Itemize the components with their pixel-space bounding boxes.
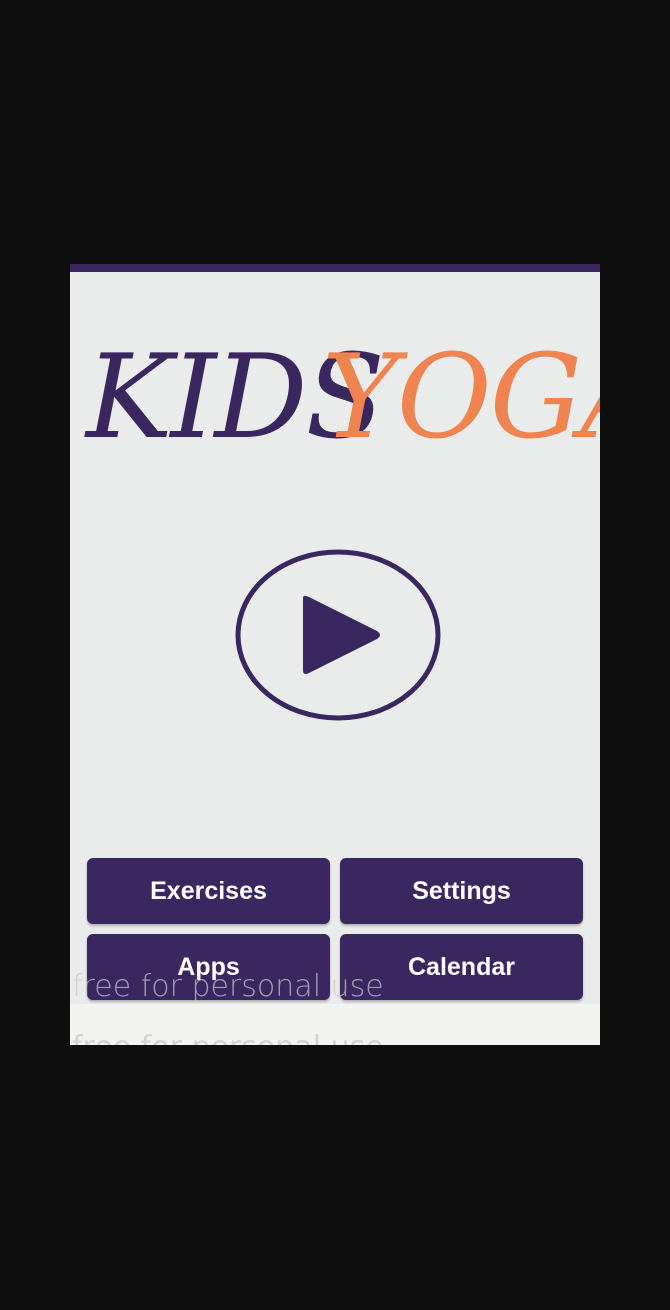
footer-band: free for personal use [70, 1004, 600, 1045]
play-button[interactable] [235, 548, 441, 722]
app-logo: KIDS YOGA [70, 319, 600, 479]
status-bar [70, 264, 600, 272]
settings-button[interactable]: Settings [340, 858, 583, 924]
exercises-button[interactable]: Exercises [87, 858, 330, 924]
watermark-text-faded: free for personal use [72, 1030, 384, 1045]
logo-word-yoga: YOGA [322, 330, 600, 465]
watermark-text: free for personal use [72, 969, 384, 1004]
play-icon [235, 549, 441, 721]
app-screen: KIDS YOGA Exercises Settings Apps Calend… [70, 264, 600, 1045]
